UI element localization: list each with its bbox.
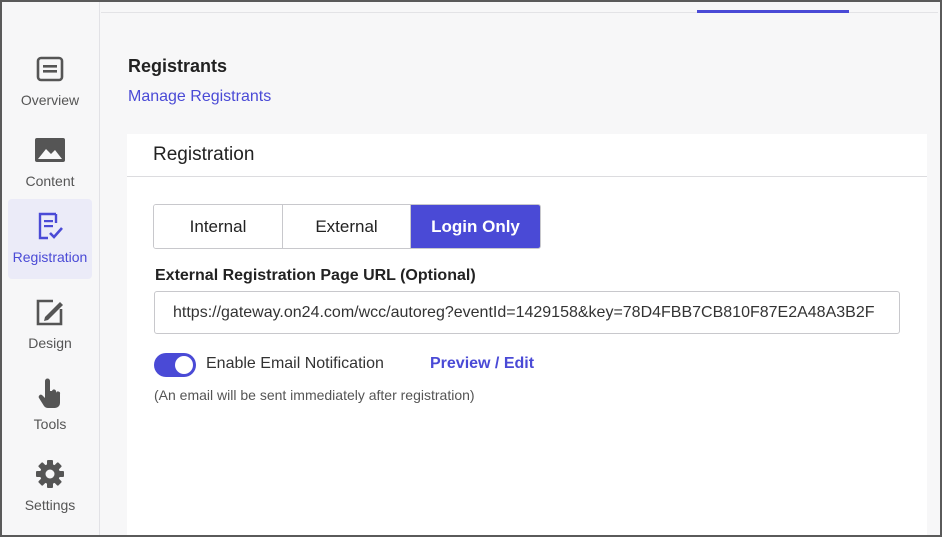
overview-icon bbox=[35, 54, 65, 84]
hand-pointer-icon bbox=[35, 378, 65, 408]
sidebar-item-tools[interactable]: Tools bbox=[8, 366, 92, 446]
image-icon bbox=[35, 135, 65, 165]
sidebar-item-label: Overview bbox=[20, 92, 80, 108]
registration-card-title: Registration bbox=[127, 134, 927, 177]
gear-icon bbox=[35, 459, 65, 489]
sidebar-item-content[interactable]: Content bbox=[8, 123, 92, 203]
url-field-label: External Registration Page URL (Optional… bbox=[155, 267, 476, 284]
segment-internal[interactable]: Internal bbox=[154, 205, 282, 248]
sidebar-item-registration[interactable]: Registration bbox=[8, 199, 92, 279]
email-notification-label: Enable Email Notification bbox=[206, 355, 384, 372]
toggle-knob bbox=[175, 356, 193, 374]
sidebar-item-design[interactable]: Design bbox=[8, 285, 92, 365]
sidebar-item-label: Design bbox=[28, 335, 72, 351]
active-tab-indicator bbox=[697, 10, 849, 13]
registrants-title: Registrants bbox=[128, 56, 228, 76]
external-url-input[interactable] bbox=[154, 291, 900, 334]
registration-card: Registration Internal External Login Onl… bbox=[127, 134, 927, 535]
preview-edit-link[interactable]: Preview / Edit bbox=[430, 355, 534, 373]
registration-icon bbox=[35, 211, 65, 241]
sidebar-item-label: Tools bbox=[33, 416, 67, 432]
registration-type-selector: Internal External Login Only bbox=[153, 204, 541, 249]
segment-external[interactable]: External bbox=[282, 205, 410, 248]
email-hint-text: (An email will be sent immediately after… bbox=[154, 387, 475, 403]
sidebar-item-label: Registration bbox=[12, 249, 88, 265]
manage-registrants-link[interactable]: Manage Registrants bbox=[128, 88, 271, 106]
sidebar-item-label: Settings bbox=[24, 497, 76, 513]
segment-login-only[interactable]: Login Only bbox=[410, 205, 540, 248]
email-notification-toggle[interactable] bbox=[154, 353, 196, 377]
sidebar: Overview Content Registration Design Too… bbox=[2, 2, 100, 535]
sidebar-item-overview[interactable]: Overview bbox=[8, 42, 92, 122]
sidebar-item-label: Content bbox=[25, 173, 75, 189]
design-icon bbox=[35, 297, 65, 327]
sidebar-item-settings[interactable]: Settings bbox=[8, 447, 92, 527]
